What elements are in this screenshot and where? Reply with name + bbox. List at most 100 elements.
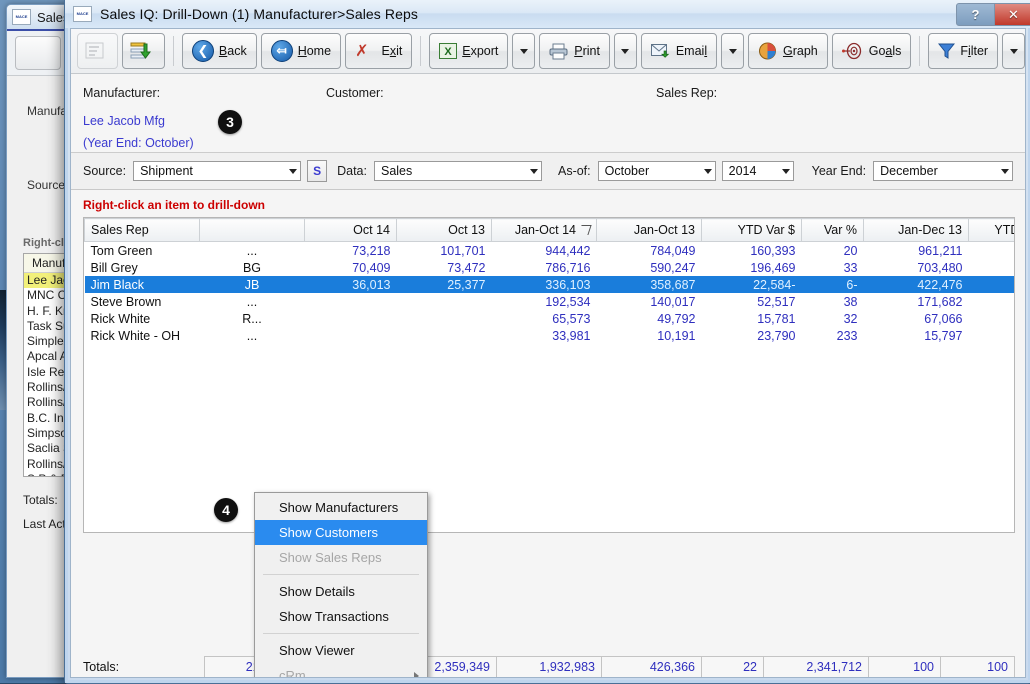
sales-rep-grid[interactable]: Sales Rep Oct 14 Oct 13 Jan-Oct 14 Jan-O… — [83, 217, 1015, 533]
menu-item-show-transactions[interactable]: Show Transactions — [255, 604, 427, 629]
cell-jan-dec-13: 67,066 — [924, 311, 963, 326]
menu-item-show-details[interactable]: Show Details — [255, 579, 427, 604]
pie-chart-icon — [758, 42, 776, 60]
source-s-button[interactable]: S — [307, 160, 328, 182]
table-row[interactable]: Tom Green ... 73,218 101,701 944,442 784… — [85, 242, 1015, 260]
column-header-oct-14[interactable]: Oct 14 — [304, 218, 397, 242]
cell-jan-oct-13: 590,247 — [650, 260, 696, 275]
cell-ytd-percent: 8 — [969, 293, 1015, 310]
exit-label: Exit — [381, 44, 403, 58]
print-dropdown-button[interactable] — [613, 33, 637, 69]
total-jan-oct-13: 1,932,983 — [496, 656, 602, 677]
cell-jan-oct-13: 10,191 — [657, 328, 696, 343]
total-ytd-var-dollars: 426,366 — [601, 656, 702, 677]
filter-button[interactable]: Filter — [928, 33, 999, 69]
cell-oct-13: 25,377 — [396, 276, 492, 293]
cell-jan-dec-13: 171,682 — [917, 294, 963, 309]
export-dropdown-button[interactable] — [512, 33, 536, 69]
cell-var-percent: 33 — [843, 260, 858, 275]
background-toolbar-button[interactable] — [15, 36, 61, 70]
yearend-label: Year End: — [811, 164, 867, 178]
list-view-button[interactable] — [77, 33, 118, 69]
column-header-jan-oct-14[interactable]: Jan-Oct 14 — [491, 218, 597, 242]
cell-oct-13 — [397, 327, 492, 344]
goals-button[interactable]: Goals — [831, 33, 912, 69]
target-icon — [841, 42, 861, 60]
cell-ytd-percent: 14 — [968, 276, 1014, 293]
window-controls[interactable]: ? ✕ — [956, 3, 1030, 26]
close-button[interactable]: ✕ — [995, 3, 1030, 26]
menu-separator — [263, 633, 419, 634]
drill-down-hint: Right-click an item to drill-down — [83, 198, 266, 212]
table-row[interactable]: Steve Brown ... 192,534 140,017 52,517 3… — [85, 293, 1015, 310]
cell-ytd-var-dollars: 23,790 — [757, 328, 796, 343]
print-button[interactable]: Print — [539, 33, 610, 69]
chevron-down-icon — [1001, 168, 1010, 174]
table-row[interactable]: Rick White R... 65,573 49,792 15,781 32 … — [85, 310, 1015, 327]
printer-icon — [549, 43, 568, 59]
table-row-selected[interactable]: Jim Black JB 36,013 25,377 336,103 358,6… — [84, 276, 1014, 293]
menu-label: Show Sales Reps — [279, 550, 382, 565]
table-row[interactable]: Bill Grey BG 70,409 73,472 786,716 590,2… — [85, 259, 1015, 276]
column-header-jan-dec-13[interactable]: Jan-Dec 13 — [863, 218, 969, 242]
export-list-button[interactable] — [122, 33, 165, 69]
home-button[interactable]: ⤆ Home — [260, 33, 342, 69]
column-header-ytd-percent[interactable]: YTD % — [968, 218, 1014, 242]
chevron-down-icon — [703, 168, 712, 174]
window-client-area: ❮ BBackack ⤆ Home ✗ Exit X Export — [70, 28, 1026, 678]
column-header-jan-oct-13[interactable]: Jan-Oct 13 — [596, 218, 702, 242]
data-select[interactable]: Sales — [373, 161, 542, 181]
home-arrow-icon: ⤆ — [270, 40, 293, 62]
help-button[interactable]: ? — [956, 3, 995, 26]
cell-jan-oct-13: 49,792 — [657, 311, 696, 326]
graph-button[interactable]: Graph — [747, 33, 828, 69]
column-header-var-percent[interactable]: Var % — [801, 218, 864, 242]
column-header-sales-rep[interactable]: Sales Rep — [84, 218, 200, 242]
cell-ytd-percent: 40 — [969, 242, 1015, 260]
window-titlebar[interactable]: MACE Sales IQ: Drill-Down (1) Manufactur… — [65, 0, 1030, 28]
menu-item-crm: cRm — [255, 663, 427, 678]
yearend-value: December — [880, 164, 938, 178]
cell-jan-dec-13: 15,797 — [924, 328, 963, 343]
cell-ytd-var-dollars: 52,517 — [757, 294, 796, 309]
main-toolbar[interactable]: ❮ BBackack ⤆ Home ✗ Exit X Export — [71, 29, 1025, 74]
cell-jan-dec-13: 961,211 — [918, 243, 963, 258]
email-dropdown-button[interactable] — [721, 33, 744, 69]
source-select[interactable]: Shipment — [133, 161, 302, 181]
menu-item-show-viewer[interactable]: Show Viewer — [255, 638, 427, 663]
data-label: Data: — [337, 164, 367, 178]
email-button[interactable]: Email — [640, 33, 718, 69]
cell-jan-dec-13: 703,480 — [917, 260, 963, 275]
menu-item-show-manufacturers[interactable]: Show Manufacturers — [255, 495, 427, 520]
toolbar-separator — [420, 36, 422, 66]
table-row[interactable]: Rick White - OH ... 33,981 10,191 23,790… — [85, 327, 1015, 344]
cell-var-percent: 6- — [801, 276, 864, 293]
chevron-down-icon — [289, 168, 298, 174]
back-label: BBackack — [218, 44, 247, 58]
column-header-initials[interactable] — [199, 218, 305, 242]
yearend-select[interactable]: December — [873, 161, 1014, 181]
context-info-strip: Manufacturer: Customer: Sales Rep: Lee J… — [71, 74, 1025, 153]
drill-down-window[interactable]: MACE Sales IQ: Drill-Down (1) Manufactur… — [64, 0, 1030, 684]
column-header-ytd-var-dollars[interactable]: YTD Var $ — [701, 218, 802, 242]
exit-button[interactable]: ✗ Exit — [345, 33, 413, 69]
cell-oct-14: 73,218 — [352, 243, 391, 258]
cell-oct-13: 101,701 — [440, 243, 486, 258]
source-value: Shipment — [140, 164, 193, 178]
manufacturer-value[interactable]: Lee Jacob Mfg — [83, 114, 165, 128]
column-header-oct-13[interactable]: Oct 13 — [396, 218, 492, 242]
filter-dropdown-button[interactable] — [1002, 33, 1025, 69]
asof-year-select[interactable]: 2014 — [721, 161, 794, 181]
filter-bar[interactable]: Source: Shipment S Data: Sales As-of: Oc… — [71, 153, 1025, 190]
menu-label: cRm — [279, 668, 306, 678]
table-head: Sales Rep Oct 14 Oct 13 Jan-Oct 14 Jan-O… — [84, 218, 1014, 242]
asof-month-select[interactable]: October — [597, 161, 716, 181]
cell-jan-dec-13: 422,476 — [863, 276, 969, 293]
chevron-down-icon — [529, 168, 538, 174]
cell-sales-rep: Rick White — [90, 311, 151, 326]
export-button[interactable]: X Export — [429, 33, 509, 69]
back-button[interactable]: ❮ BBackack — [181, 33, 257, 69]
menu-item-show-customers[interactable]: Show Customers — [255, 520, 427, 545]
context-menu[interactable]: Show Manufacturers Show Customers Show S… — [254, 492, 428, 678]
manufacturer-year-end: (Year End: October) — [83, 136, 194, 150]
